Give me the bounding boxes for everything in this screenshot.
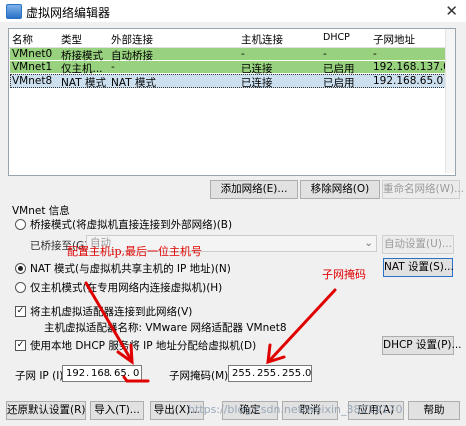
restore-defaults-button[interactable]: 还原默认设置(R) — [6, 401, 86, 420]
help-button[interactable]: 帮助 — [408, 401, 460, 420]
import-button[interactable]: 导入(T)... — [90, 401, 144, 420]
ip-annotation: 配置主机ip,最后一位主机号 — [67, 245, 203, 258]
ip-arrow-line — [84, 281, 132, 360]
mask-annotation: 子网掩码 — [322, 268, 366, 281]
ip-underline — [122, 375, 150, 383]
annotation-overlay — [84, 281, 337, 383]
watermark: https://blog.csdn.net/weixin_38219170 — [188, 403, 403, 416]
mask-arrow-line — [268, 288, 337, 362]
